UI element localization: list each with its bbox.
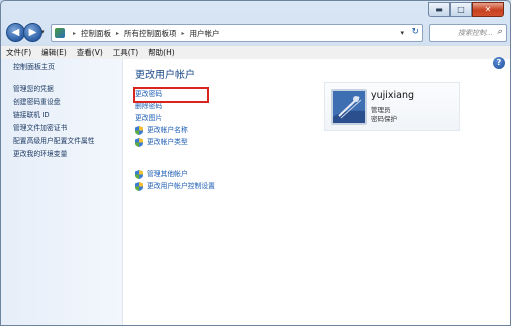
- uac-shield-icon: [135, 125, 143, 135]
- address-dropdown-icon[interactable]: ▾: [400, 29, 404, 37]
- main-pane: ? 更改用户帐户 更改密码 删除密码 更改图片 更改帐户名称 更改帐户类型 管理…: [123, 57, 510, 325]
- task-uac-settings[interactable]: 更改用户帐户控制设置: [135, 180, 215, 192]
- sidebar: 控制面板主页 管理您的凭据 创建密码重设盘 链接联机 ID 管理文件加密证书 配…: [1, 59, 123, 325]
- task-label: 更改用户帐户控制设置: [147, 182, 215, 190]
- breadcrumb-separator: ▸: [181, 29, 185, 37]
- uac-shield-icon: [135, 137, 143, 147]
- close-button[interactable]: ✕: [472, 2, 504, 17]
- address-bar[interactable]: ▸ 控制面板 ▸ 所有控制面板项 ▸ 用户帐户 ▾ ↻: [51, 24, 423, 42]
- search-input[interactable]: 搜索控制... ⌕: [429, 24, 507, 42]
- highlight-box: [133, 87, 209, 103]
- task-label: 管理其他帐户: [147, 170, 188, 178]
- search-placeholder: 搜索控制...: [458, 29, 493, 37]
- breadcrumb-separator: ▸: [73, 29, 77, 37]
- breadcrumb-user-accounts[interactable]: 用户帐户: [190, 28, 220, 39]
- task-list: 更改密码 删除密码 更改图片 更改帐户名称 更改帐户类型: [133, 87, 209, 148]
- task-label: 更改帐户类型: [147, 138, 188, 146]
- sidebar-item-password-reset-disk[interactable]: 创建密码重设盘: [13, 96, 95, 109]
- sidebar-item-encryption-certs[interactable]: 管理文件加密证书: [13, 122, 95, 135]
- user-picture-image: [333, 91, 365, 123]
- task-list-other: 管理其他帐户 更改用户帐户控制设置: [135, 168, 215, 192]
- forward-arrow-icon[interactable]: ▶: [23, 23, 42, 42]
- menu-tools[interactable]: 工具(T): [108, 47, 143, 58]
- breadcrumb-control-panel[interactable]: 控制面板: [81, 28, 111, 39]
- navigation-bar: ◀ ▶ ▾ ▸ 控制面板 ▸ 所有控制面板项 ▸ 用户帐户 ▾ ↻ 搜索控制..…: [1, 21, 510, 45]
- help-icon[interactable]: ?: [493, 57, 505, 69]
- sidebar-item-link-online-id[interactable]: 链接联机 ID: [13, 109, 95, 122]
- search-icon[interactable]: ⌕: [497, 27, 502, 37]
- breadcrumb-separator: ▸: [116, 29, 120, 37]
- content-area: 控制面板主页 管理您的凭据 创建密码重设盘 链接联机 ID 管理文件加密证书 配…: [1, 57, 510, 325]
- refresh-icon[interactable]: ↻: [411, 27, 419, 37]
- task-change-account-name[interactable]: 更改帐户名称: [135, 124, 188, 136]
- page-title: 更改用户帐户: [135, 70, 195, 81]
- recent-pages-dropdown[interactable]: ▾: [41, 28, 45, 36]
- menu-help[interactable]: 帮助(H): [143, 47, 180, 58]
- breadcrumb-all-items[interactable]: 所有控制面板项: [124, 28, 177, 39]
- sidebar-item-environment-variables[interactable]: 更改我的环境变量: [13, 148, 95, 161]
- uac-shield-icon: [135, 181, 143, 191]
- task-wrapper: 更改密码: [133, 87, 209, 103]
- menu-view[interactable]: 查看(V): [72, 47, 108, 58]
- user-password-status: 密码保护: [371, 115, 397, 123]
- sidebar-home-link[interactable]: 控制面板主页: [13, 62, 55, 72]
- caption-buttons: ▬ □ ✕: [428, 2, 504, 17]
- user-name: yujixiang: [371, 90, 415, 101]
- task-label: 更改帐户名称: [147, 126, 188, 134]
- uac-shield-icon: [135, 169, 143, 179]
- menu-bar: 文件(F) 编辑(E) 查看(V) 工具(T) 帮助(H): [1, 45, 510, 60]
- sidebar-item-profile-properties[interactable]: 配置高级用户配置文件属性: [13, 135, 95, 148]
- control-panel-window: ▬ □ ✕ ◀ ▶ ▾ ▸ 控制面板 ▸ 所有控制面板项 ▸ 用户帐户 ▾ ↻ …: [0, 0, 511, 326]
- task-change-picture[interactable]: 更改图片: [135, 112, 188, 124]
- maximize-button[interactable]: □: [450, 2, 472, 17]
- sidebar-links: 管理您的凭据 创建密码重设盘 链接联机 ID 管理文件加密证书 配置高级用户配置…: [13, 83, 95, 161]
- user-account-card: yujixiang 管理员 密码保护: [324, 82, 460, 131]
- menu-file[interactable]: 文件(F): [1, 47, 36, 58]
- user-picture[interactable]: [331, 89, 367, 125]
- minimize-button[interactable]: ▬: [428, 2, 450, 17]
- task-manage-other-accounts[interactable]: 管理其他帐户: [135, 168, 215, 180]
- menu-edit[interactable]: 编辑(E): [36, 47, 72, 58]
- control-panel-icon: [55, 28, 65, 38]
- task-change-account-type[interactable]: 更改帐户类型: [135, 136, 188, 148]
- sidebar-item-manage-credentials[interactable]: 管理您的凭据: [13, 83, 95, 96]
